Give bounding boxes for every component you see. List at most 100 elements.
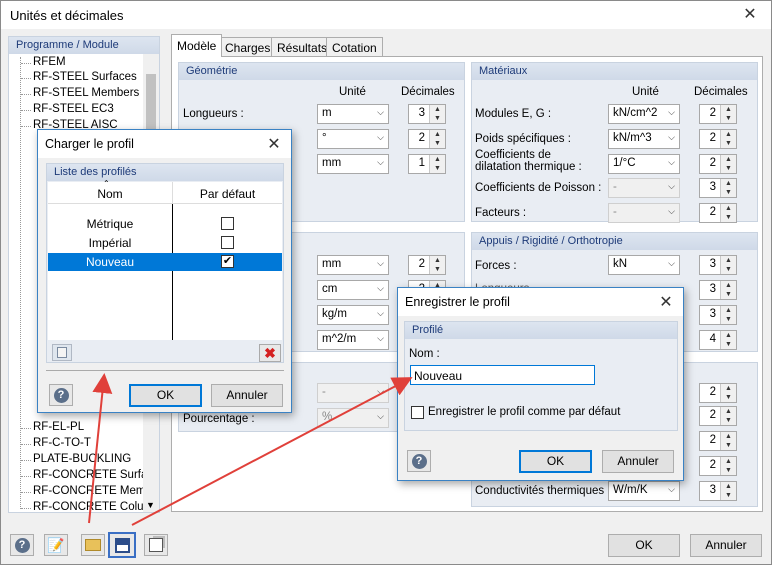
copy-button[interactable] — [144, 534, 168, 556]
spin-arrows-icon[interactable]: ▲▼ — [720, 432, 736, 450]
load-help-button[interactable]: ? — [49, 384, 73, 406]
save-ok-button[interactable]: OK — [519, 450, 592, 473]
default-checkbox[interactable] — [411, 406, 424, 419]
spin-arrows-icon[interactable]: ▲▼ — [720, 457, 736, 475]
thermal-dec-spinner[interactable]: 3 ▲ ▼ — [699, 481, 737, 501]
support-dec-spinner-2[interactable]: 3 ▲ ▼ — [699, 280, 737, 300]
length-unit-value: m — [322, 107, 332, 119]
angle-dec-spinner[interactable]: 2 ▲ ▼ — [408, 129, 446, 149]
spin-arrows-icon[interactable]: ▲▼ — [720, 256, 736, 274]
weight-dec-spinner[interactable]: 2 ▲ ▼ — [699, 129, 737, 149]
close-icon[interactable]: ✕ — [265, 136, 283, 154]
open-profile-button[interactable] — [81, 534, 105, 556]
other-dec-spinner-3[interactable]: 2 ▲ ▼ — [699, 431, 737, 451]
e-g-unit-select[interactable]: kN/cm^2 ⌵ — [608, 104, 680, 124]
section-unit-select-4[interactable]: m^2/m ⌵ — [317, 330, 389, 350]
profile-row[interactable]: Impérial — [48, 234, 282, 252]
spin-arrows-icon[interactable]: ▲▼ — [429, 256, 445, 274]
dilation-dec-spinner[interactable]: 2 ▲ ▼ — [699, 154, 737, 174]
spin-arrows-icon[interactable]: ▲▼ — [720, 384, 736, 402]
spin-arrows-icon[interactable]: ▲▼ — [720, 407, 736, 425]
help-button[interactable]: ? — [10, 534, 34, 556]
tab-cotation[interactable]: Cotation — [326, 37, 383, 57]
tree-connector — [21, 508, 31, 509]
spin-arrows-icon[interactable]: ▲▼ — [720, 130, 736, 148]
small-length-dec-spinner[interactable]: 1 ▲ ▼ — [408, 154, 446, 174]
e-g-dec-spinner[interactable]: 2 ▲ ▼ — [699, 104, 737, 124]
length-unit-select[interactable]: m ⌵ — [317, 104, 389, 124]
spin-arrows-icon[interactable]: ▲▼ — [720, 105, 736, 123]
save-profile-button[interactable] — [108, 532, 136, 558]
section-unit-value: cm — [322, 283, 338, 295]
tree-item[interactable]: RF-STEEL Members — [33, 87, 139, 99]
col-default-header[interactable]: Par défaut — [173, 182, 282, 204]
spin-arrows-icon[interactable]: ▲▼ — [720, 155, 736, 173]
tree-item[interactable]: PLATE-BUCKLING — [33, 453, 131, 465]
tree-item[interactable]: RF-STEEL EC3 — [33, 103, 114, 115]
spin-arrows-icon[interactable]: ▲▼ — [429, 105, 445, 123]
spin-arrows-icon[interactable]: ▲▼ — [720, 179, 736, 197]
support-dec-spinner-3[interactable]: 3 ▲ ▼ — [699, 305, 737, 325]
save-help-button[interactable]: ? — [407, 450, 431, 472]
folder-icon — [85, 539, 101, 551]
profile-row[interactable]: Métrique — [48, 215, 282, 233]
default-checkbox[interactable] — [221, 217, 234, 230]
thermal-unit-select[interactable]: W/m/K ⌵ — [608, 481, 680, 501]
length-dec-spinner[interactable]: 3 ▲ ▼ — [408, 104, 446, 124]
chevron-down-icon: ⌵ — [668, 107, 675, 117]
dilation-unit-select[interactable]: 1/°C ⌵ — [608, 154, 680, 174]
forces-unit-select[interactable]: kN ⌵ — [608, 255, 680, 275]
other-dec-spinner-2[interactable]: 2 ▲ ▼ — [699, 406, 737, 426]
forces-dec-spinner[interactable]: 3 ▲ ▼ — [699, 255, 737, 275]
edit-button[interactable]: 📝 — [44, 534, 68, 556]
section-unit-select-2[interactable]: cm ⌵ — [317, 280, 389, 300]
delete-icon[interactable]: ✖ — [259, 344, 281, 362]
default-checkbox[interactable] — [221, 236, 234, 249]
profile-row[interactable]: Nouveau ✔ — [48, 253, 282, 271]
tree-item[interactable]: RF-C-TO-T — [33, 437, 91, 449]
tree-item[interactable]: RF-CONCRETE Colum — [33, 501, 153, 513]
spin-arrows-icon[interactable]: ▲▼ — [720, 482, 736, 500]
other-dec-value: 2 — [709, 459, 716, 471]
section-dec-spinner-1[interactable]: 2 ▲ ▼ — [408, 255, 446, 275]
load-ok-button[interactable]: OK — [129, 384, 202, 407]
spin-arrows-icon[interactable]: ▲▼ — [429, 155, 445, 173]
small-length-unit-select[interactable]: mm ⌵ — [317, 154, 389, 174]
spin-arrows-icon[interactable]: ▲▼ — [429, 130, 445, 148]
chevron-down-icon: ⌵ — [377, 157, 384, 167]
tree-connector — [21, 78, 31, 79]
import-profile-button[interactable] — [52, 344, 72, 361]
scroll-down-icon[interactable]: ▼ — [146, 500, 155, 510]
col-name-header[interactable]: ⌃ Nom — [48, 179, 173, 204]
spin-arrows-icon[interactable]: ▲▼ — [720, 204, 736, 222]
tab-charges[interactable]: Charges — [219, 37, 277, 57]
angle-unit-select[interactable]: ° ⌵ — [317, 129, 389, 149]
spin-arrows-icon[interactable]: ▲▼ — [720, 331, 736, 349]
tree-item[interactable]: RF-EL-PL — [33, 421, 84, 433]
default-checkbox[interactable]: ✔ — [221, 255, 234, 268]
tab-resultats[interactable]: Résultats — [271, 37, 334, 57]
profile-list-group: Liste des profilés ⌃ Nom Par défaut Métr… — [46, 163, 284, 363]
other-dec-spinner-1[interactable]: 2 ▲ ▼ — [699, 383, 737, 403]
spin-arrows-icon[interactable]: ▲▼ — [720, 306, 736, 324]
support-dec-spinner-4[interactable]: 4 ▲ ▼ — [699, 330, 737, 350]
load-cancel-button[interactable]: Annuler — [211, 384, 283, 407]
ok-button[interactable]: OK — [608, 534, 680, 557]
weight-unit-select[interactable]: kN/m^3 ⌵ — [608, 129, 680, 149]
other-dec-spinner-4[interactable]: 2 ▲ ▼ — [699, 456, 737, 476]
tree-item[interactable]: RF-CONCRETE Surfac — [33, 469, 153, 481]
tree-item[interactable]: RF-CONCRETE Membe — [33, 485, 158, 497]
tree-item[interactable]: RF-STEEL Surfaces — [33, 71, 137, 83]
poisson-dec-spinner[interactable]: 3 ▲ ▼ — [699, 178, 737, 198]
section-unit-select-1[interactable]: mm ⌵ — [317, 255, 389, 275]
tab-modele[interactable]: Modèle — [171, 34, 223, 57]
save-cancel-button[interactable]: Annuler — [602, 450, 674, 473]
close-icon[interactable]: ✕ — [657, 294, 675, 312]
factors-dec-spinner[interactable]: 2 ▲ ▼ — [699, 203, 737, 223]
section-unit-select-3[interactable]: kg/m ⌵ — [317, 305, 389, 325]
close-icon[interactable]: ✕ — [741, 6, 759, 24]
spin-arrows-icon[interactable]: ▲▼ — [720, 281, 736, 299]
tree-item[interactable]: RFEM — [33, 56, 66, 68]
cancel-button[interactable]: Annuler — [690, 534, 762, 557]
profile-name-input[interactable]: Nouveau — [410, 365, 595, 385]
